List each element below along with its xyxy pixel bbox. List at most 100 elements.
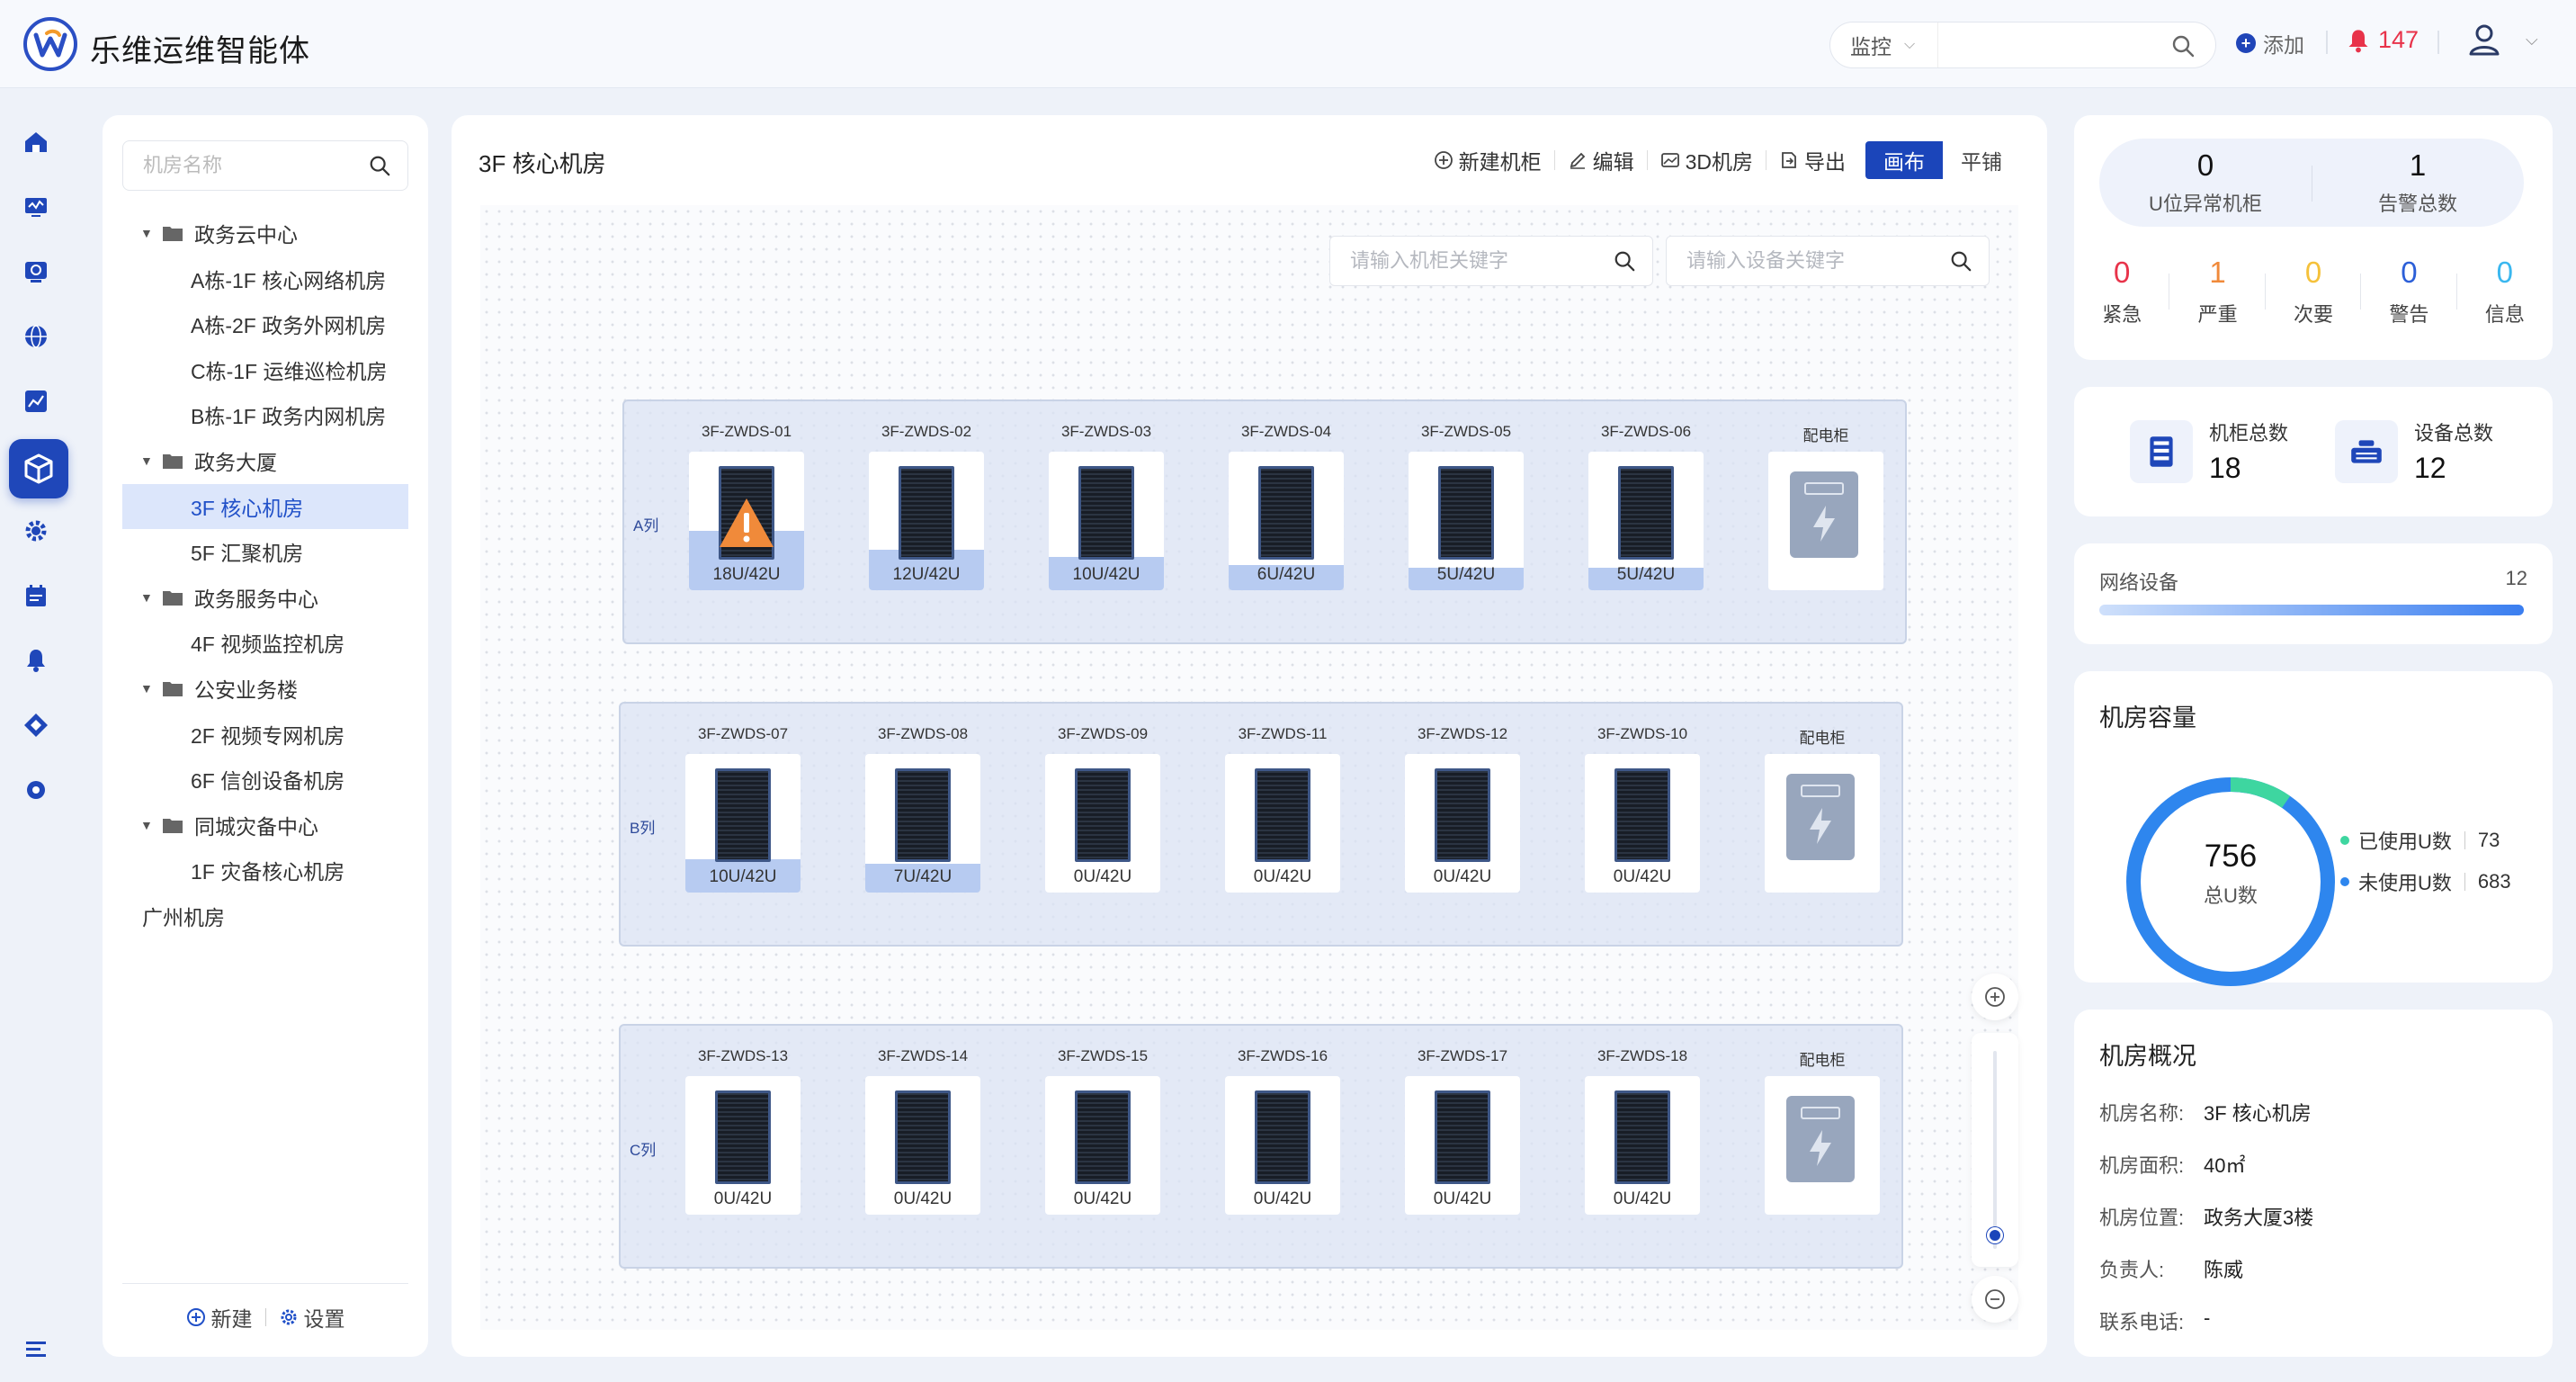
rack-row[interactable]: A列 3F-ZWDS-01 18U/42U 3F-ZWDS-02 12U/42U 3F-Z… [622, 399, 1907, 644]
rack-row[interactable]: C列 3F-ZWDS-13 0U/42U 3F-ZWDS-14 0U/42U 3F-ZWD… [619, 1024, 1903, 1269]
tree-settings-button[interactable]: 设置 [279, 1302, 345, 1333]
tree-item[interactable]: B栋-1F 政务内网机房 [122, 392, 408, 437]
alert-total-stat[interactable]: 1 告警总数 [2312, 139, 2524, 227]
caret-down-icon[interactable]: ▼ [140, 226, 153, 240]
rack-card[interactable]: 18U/42U [689, 452, 804, 590]
room-search-input[interactable] [123, 141, 357, 190]
device-keyword-search[interactable] [1666, 236, 1990, 286]
tree-item[interactable]: 2F 视频专网机房 [122, 712, 408, 757]
pdu-cabinet[interactable]: 配电柜 [1765, 725, 1880, 893]
mode-tile-tab[interactable]: 平铺 [1943, 141, 2020, 179]
rack-card[interactable]: 0U/42U [1585, 754, 1700, 893]
pdu-card[interactable] [1768, 452, 1883, 590]
device-keyword-input[interactable] [1667, 237, 1936, 285]
rack[interactable]: 3F-ZWDS-17 0U/42U [1405, 1047, 1520, 1215]
rack-card[interactable]: 0U/42U [1585, 1076, 1700, 1215]
view-3d-button[interactable]: 3D机房 [1648, 145, 1766, 175]
zoom-slider-handle[interactable] [1987, 1227, 2003, 1243]
nav-settings[interactable] [20, 774, 52, 806]
search-icon[interactable] [2170, 33, 2196, 58]
rack[interactable]: 3F-ZWDS-03 10U/42U [1049, 423, 1164, 590]
rack[interactable]: 3F-ZWDS-14 0U/42U [865, 1047, 980, 1215]
rack[interactable]: 3F-ZWDS-05 5U/42U [1409, 423, 1524, 590]
tree-group[interactable]: ▼ 政务服务中心 [122, 575, 408, 620]
tree-item[interactable]: 6F 信创设备机房 [122, 757, 408, 802]
u-abnormal-stat[interactable]: 0 U位异常机柜 [2099, 139, 2312, 227]
edit-button[interactable]: 编辑 [1555, 145, 1647, 175]
rack-card[interactable]: 0U/42U [1405, 754, 1520, 893]
chevron-down-icon[interactable]: ⌵ [2526, 31, 2538, 49]
tree-item[interactable]: 1F 灾备核心机房 [122, 848, 408, 893]
rack[interactable]: 3F-ZWDS-18 0U/42U [1585, 1047, 1700, 1215]
add-button[interactable]: + 添加 [2236, 28, 2304, 58]
mode-canvas-tab[interactable]: 画布 [1865, 141, 1943, 179]
alert-level-stat[interactable]: 0 警告 [2361, 256, 2457, 328]
nav-datacenter[interactable] [9, 439, 68, 498]
search-icon[interactable] [1949, 249, 1972, 273]
rack-card[interactable]: 0U/42U [1225, 1076, 1340, 1215]
room-search[interactable] [122, 140, 408, 191]
nav-calendar[interactable] [20, 579, 52, 612]
alert-level-stat[interactable]: 0 次要 [2266, 256, 2362, 328]
search-mode-select[interactable]: 监控 ⌵ [1830, 22, 1938, 67]
rack[interactable]: 3F-ZWDS-08 7U/42U [865, 725, 980, 893]
alert-level-stat[interactable]: 0 信息 [2457, 256, 2553, 328]
rack-keyword-input[interactable] [1330, 237, 1600, 285]
new-room-button[interactable]: 新建 [186, 1302, 253, 1333]
zoom-out-button[interactable] [1972, 1276, 2018, 1323]
nav-collapse[interactable] [20, 1333, 52, 1366]
rack-card[interactable]: 0U/42U [1405, 1076, 1520, 1215]
rack-card[interactable]: 10U/42U [1049, 452, 1164, 590]
rack-card[interactable]: 6U/42U [1229, 452, 1344, 590]
rack[interactable]: 3F-ZWDS-02 12U/42U [869, 423, 984, 590]
global-search[interactable]: 监控 ⌵ [1829, 22, 2216, 68]
rack[interactable]: 3F-ZWDS-06 5U/42U [1588, 423, 1704, 590]
pdu-card[interactable] [1765, 1076, 1880, 1215]
rack[interactable]: 3F-ZWDS-10 0U/42U [1585, 725, 1700, 893]
rack-card[interactable]: 7U/42U [865, 754, 980, 893]
nav-report[interactable] [20, 385, 52, 417]
user-avatar-icon[interactable] [2466, 22, 2502, 58]
tree-item[interactable]: A栋-1F 核心网络机房 [122, 256, 408, 301]
tree-item[interactable]: A栋-2F 政务外网机房 [122, 301, 408, 346]
nav-home[interactable] [20, 126, 52, 158]
zoom-slider-track[interactable] [1993, 1051, 1997, 1249]
rack[interactable]: 3F-ZWDS-01 18U/42U [689, 423, 804, 590]
rack-card[interactable]: 0U/42U [685, 1076, 801, 1215]
tree-group[interactable]: ▼ 公安业务楼 [122, 666, 408, 711]
nav-automation[interactable] [20, 515, 52, 547]
rack-card[interactable]: 5U/42U [1409, 452, 1524, 590]
rack[interactable]: 3F-ZWDS-15 0U/42U [1045, 1047, 1160, 1215]
nav-network[interactable] [20, 320, 52, 353]
pdu-card[interactable] [1765, 754, 1880, 893]
rack-card[interactable]: 0U/42U [865, 1076, 980, 1215]
rack[interactable]: 3F-ZWDS-09 0U/42U [1045, 725, 1160, 893]
caret-down-icon[interactable]: ▼ [140, 818, 153, 832]
nav-topology[interactable] [20, 256, 52, 288]
tree-item[interactable]: 广州机房 [122, 893, 408, 938]
alert-level-stat[interactable]: 1 严重 [2169, 256, 2266, 328]
tree-item[interactable]: 3F 核心机房 [122, 483, 408, 529]
nav-alerts[interactable] [20, 644, 52, 677]
new-rack-button[interactable]: 新建机柜 [1421, 145, 1554, 175]
pdu-cabinet[interactable]: 配电柜 [1765, 1047, 1880, 1215]
tree-group[interactable]: ▼ 政务大厦 [122, 438, 408, 483]
caret-down-icon[interactable]: ▼ [140, 681, 153, 695]
export-button[interactable]: 导出 [1767, 145, 1858, 175]
rack-card[interactable]: 0U/42U [1225, 754, 1340, 893]
tree-group[interactable]: ▼ 政务云中心 [122, 211, 408, 256]
caret-down-icon[interactable]: ▼ [140, 453, 153, 468]
alarm-button[interactable]: 147 [2346, 26, 2419, 54]
tree-item[interactable]: 4F 视频监控机房 [122, 620, 408, 665]
alert-level-stat[interactable]: 0 紧急 [2074, 256, 2170, 328]
rack-card[interactable]: 10U/42U [685, 754, 801, 893]
search-icon[interactable] [368, 154, 391, 177]
nav-monitor[interactable] [20, 191, 52, 223]
tree-item[interactable]: C栋-1F 运维巡检机房 [122, 347, 408, 392]
rack-card[interactable]: 0U/42U [1045, 754, 1160, 893]
rack[interactable]: 3F-ZWDS-13 0U/42U [685, 1047, 801, 1215]
rack[interactable]: 3F-ZWDS-12 0U/42U [1405, 725, 1520, 893]
app-logo[interactable] [23, 17, 77, 71]
rack[interactable]: 3F-ZWDS-04 6U/42U [1229, 423, 1344, 590]
nav-integration[interactable] [20, 709, 52, 741]
